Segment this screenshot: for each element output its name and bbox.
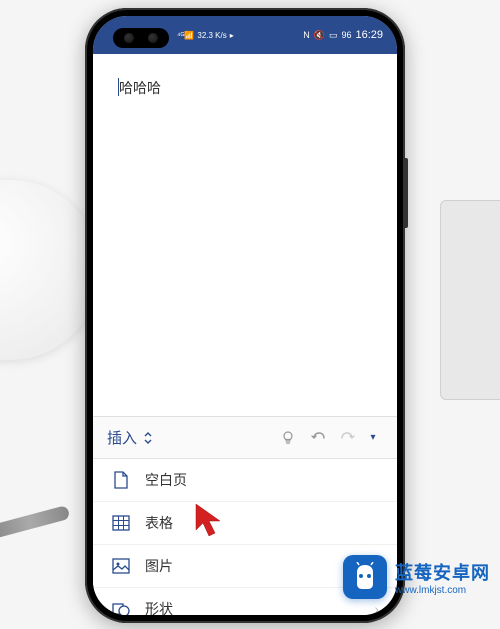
nfc-icon: N bbox=[303, 30, 310, 40]
bg-decoration-pen bbox=[0, 505, 70, 539]
menu-label: 图片 bbox=[145, 556, 338, 576]
watermark: 蓝莓安卓网 www.lmkjst.com bbox=[343, 555, 490, 599]
undo-icon[interactable] bbox=[303, 430, 333, 446]
menu-label: 空白页 bbox=[145, 470, 379, 490]
clock: 16:29 bbox=[355, 29, 383, 41]
toolbar-mode-label[interactable]: 插入 bbox=[107, 427, 137, 448]
menu-item-table[interactable]: 表格 bbox=[93, 502, 397, 545]
menu-label: 形状 bbox=[145, 599, 360, 615]
table-icon bbox=[111, 514, 131, 532]
picture-icon bbox=[111, 557, 131, 575]
network-speed: 32.3 K/s bbox=[197, 31, 226, 40]
editing-toolbar: 插入 ▾ bbox=[93, 416, 397, 459]
toolbar-mode-selector[interactable] bbox=[143, 431, 153, 445]
toolbar-more-dropdown[interactable]: ▾ bbox=[363, 432, 383, 443]
battery-icon: ▭ bbox=[329, 30, 338, 41]
chevron-right-icon: › bbox=[374, 601, 379, 615]
phone-frame: ⁴ᴳ📶 32.3 K/s ▸ N 🔇 ▭ 96 16:29 哈哈哈 插入 bbox=[85, 8, 405, 623]
phone-power-button bbox=[405, 158, 408, 228]
watermark-badge-icon bbox=[343, 555, 387, 599]
redo-icon[interactable] bbox=[333, 430, 363, 446]
mute-icon: 🔇 bbox=[314, 30, 325, 41]
camera-notch bbox=[113, 28, 169, 48]
document-canvas[interactable]: 哈哈哈 bbox=[93, 54, 397, 416]
menu-item-blank-page[interactable]: 空白页 bbox=[93, 459, 397, 502]
lightbulb-icon[interactable] bbox=[273, 430, 303, 446]
shapes-icon bbox=[111, 600, 131, 615]
document-text[interactable]: 哈哈哈 bbox=[119, 78, 371, 98]
watermark-url: www.lmkjst.com bbox=[395, 585, 490, 596]
signal-icon: ⁴ᴳ📶 bbox=[177, 31, 194, 40]
battery-percent: 96 bbox=[341, 30, 351, 40]
menu-label: 表格 bbox=[145, 513, 379, 533]
blank-page-icon bbox=[111, 471, 131, 489]
phone-screen: ⁴ᴳ📶 32.3 K/s ▸ N 🔇 ▭ 96 16:29 哈哈哈 插入 bbox=[93, 16, 397, 615]
watermark-title: 蓝莓安卓网 bbox=[395, 559, 490, 585]
bluetooth-icon: ▸ bbox=[230, 31, 234, 40]
bg-decoration-keyboard bbox=[440, 200, 500, 400]
